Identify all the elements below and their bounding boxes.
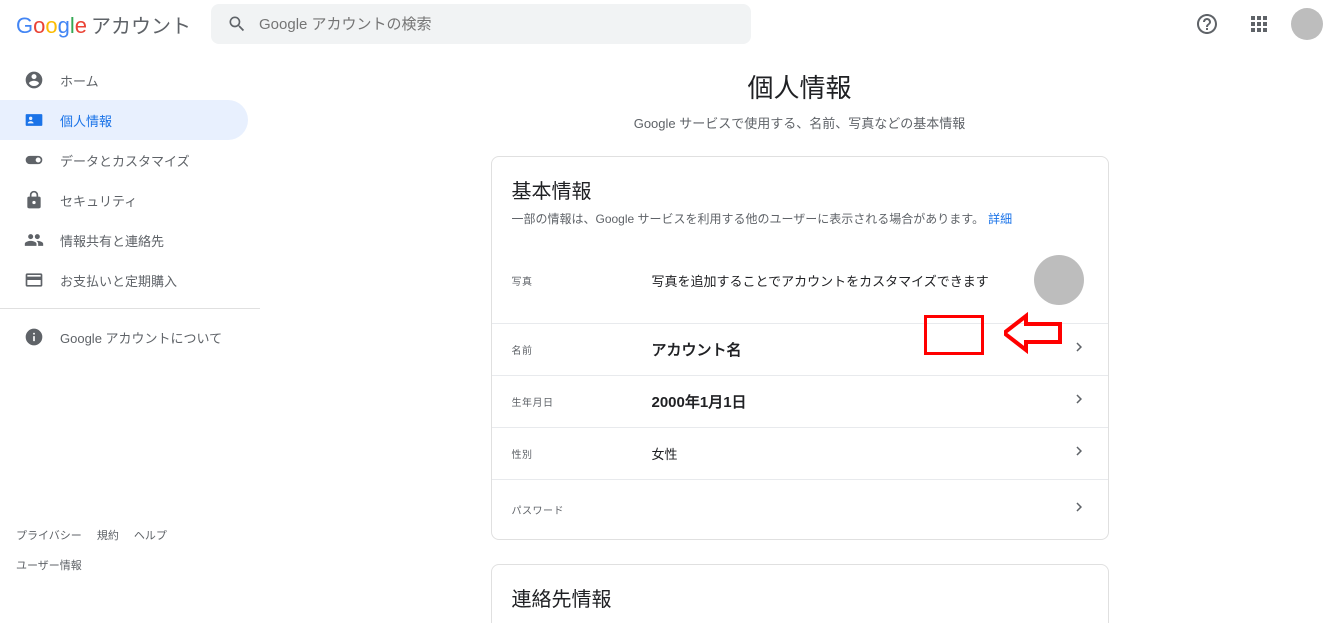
chevron-right-icon: [1070, 338, 1088, 361]
page-subtitle: Google サービスで使用する、名前、写真などの基本情報: [260, 113, 1339, 132]
nav-label: データとカスタマイズ: [60, 151, 190, 170]
row-name[interactable]: 名前 アカウント名: [492, 323, 1108, 375]
row-label: 生年月日: [512, 394, 652, 409]
chevron-right-icon: [1070, 390, 1088, 413]
help-icon: [1195, 12, 1219, 36]
row-password[interactable]: パスワード: [492, 479, 1108, 539]
nav-label: 個人情報: [60, 111, 112, 130]
page-title: 個人情報: [260, 68, 1339, 105]
account-avatar[interactable]: [1291, 8, 1323, 40]
nav-label: お支払いと定期購入: [60, 271, 177, 290]
details-link[interactable]: 詳細: [988, 212, 1012, 226]
nav-security[interactable]: セキュリティ: [0, 180, 248, 220]
product-name: アカウント: [91, 10, 191, 39]
toggle-icon: [24, 150, 44, 170]
row-label: 性別: [512, 446, 652, 461]
row-gender[interactable]: 性別 女性: [492, 427, 1108, 479]
nav-payment[interactable]: お支払いと定期購入: [0, 260, 248, 300]
row-value: 女性: [652, 444, 1070, 463]
sidebar-footer: プライバシー 規約 ヘルプ ユーザー情報: [16, 527, 179, 573]
row-birthday[interactable]: 生年月日 2000年1月1日: [492, 375, 1108, 427]
info-icon: [24, 327, 44, 347]
apps-button[interactable]: [1239, 4, 1279, 44]
google-logo[interactable]: Google アカウント: [16, 10, 191, 39]
row-label: 名前: [512, 342, 652, 357]
help-button[interactable]: [1187, 4, 1227, 44]
sidebar: ホーム 個人情報 データとカスタマイズ セキュリティ 情報共有と連絡先 お支払い…: [0, 48, 260, 623]
footer-terms[interactable]: 規約: [97, 530, 119, 542]
nav-about[interactable]: Google アカウントについて: [0, 317, 248, 357]
header-bar: Google アカウント: [0, 0, 1339, 48]
search-icon: [227, 14, 247, 34]
basic-info-card: 基本情報 一部の情報は、Google サービスを利用する他のユーザーに表示される…: [491, 156, 1109, 540]
people-icon: [24, 230, 44, 250]
main-content: 個人情報 Google サービスで使用する、名前、写真などの基本情報 基本情報 …: [260, 48, 1339, 623]
footer-help[interactable]: ヘルプ: [134, 530, 167, 542]
footer-privacy[interactable]: プライバシー: [16, 530, 82, 542]
row-value: 写真を追加することでアカウントをカスタマイズできます: [652, 271, 1034, 290]
nav-label: 情報共有と連絡先: [60, 231, 164, 250]
row-value: アカウント名: [652, 339, 1070, 360]
nav-home[interactable]: ホーム: [0, 60, 248, 100]
contact-info-title: 連絡先情報: [512, 583, 1088, 612]
lock-icon: [24, 190, 44, 210]
nav-personal-info[interactable]: 個人情報: [0, 100, 248, 140]
row-photo[interactable]: 写真 写真を追加することでアカウントをカスタマイズできます: [492, 237, 1108, 323]
basic-info-subtitle: 一部の情報は、Google サービスを利用する他のユーザーに表示される場合があり…: [512, 210, 1088, 227]
id-card-icon: [24, 110, 44, 130]
apps-icon: [1247, 12, 1271, 36]
nav-data-customize[interactable]: データとカスタマイズ: [0, 140, 248, 180]
nav-sharing[interactable]: 情報共有と連絡先: [0, 220, 248, 260]
row-label: 写真: [512, 273, 652, 288]
search-box[interactable]: [211, 4, 751, 44]
chevron-right-icon: [1070, 498, 1088, 521]
search-input[interactable]: [259, 16, 735, 33]
row-label: パスワード: [512, 502, 652, 517]
card-icon: [24, 270, 44, 290]
nav-label: Google アカウントについて: [60, 328, 222, 347]
nav-label: ホーム: [60, 71, 99, 90]
nav-divider: [0, 308, 260, 309]
contact-info-card: 連絡先情報 メール 電話: [491, 564, 1109, 623]
chevron-right-icon: [1070, 442, 1088, 465]
home-icon: [24, 70, 44, 90]
basic-info-title: 基本情報: [512, 175, 1088, 204]
row-value: 2000年1月1日: [652, 391, 1070, 412]
profile-photo[interactable]: [1034, 255, 1084, 305]
nav-label: セキュリティ: [60, 191, 137, 210]
footer-userinfo[interactable]: ユーザー情報: [16, 560, 82, 572]
